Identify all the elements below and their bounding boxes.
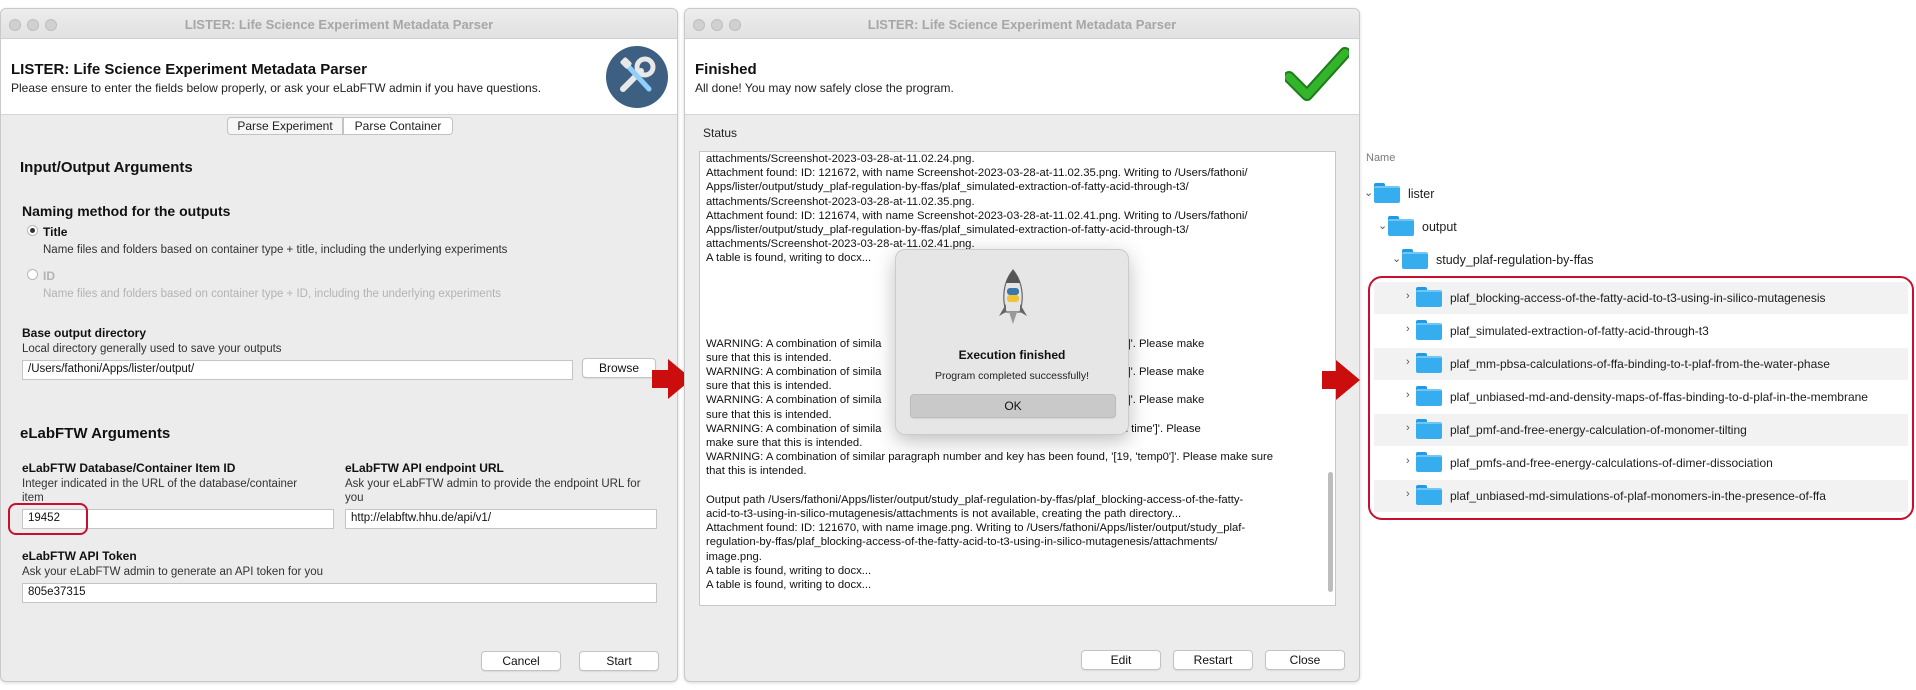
log-line: regulation-by-ffas/plaf_blocking-access-… — [706, 536, 1218, 549]
execution-finished-dialog: Execution finished Program completed suc… — [895, 249, 1129, 435]
token-label: eLabFTW API Token — [22, 549, 137, 563]
dialog-title: Execution finished — [958, 348, 1066, 362]
header-banner: LISTER: Life Science Experiment Metadata… — [1, 39, 677, 115]
cancel-button[interactable]: Cancel — [481, 651, 561, 671]
window-title: LISTER: Life Science Experiment Metadata… — [184, 17, 494, 32]
python-rocket-icon — [999, 269, 1027, 324]
base-dir-label: Base output directory — [22, 326, 147, 340]
token-input[interactable]: 805e37315 — [22, 583, 657, 603]
api-url-label: eLabFTW API endpoint URL — [345, 461, 504, 475]
log-line: attachments/Screenshot-2023-03-28-at-11.… — [706, 195, 975, 208]
header-title: Finished — [695, 61, 757, 78]
log-line: Apps/lister/output/study_plaf-regulation… — [706, 224, 1189, 237]
log-line: acid-to-t3-using-in-silico-mutagenesis/a… — [706, 507, 1182, 520]
finder-column-header[interactable]: Name — [1366, 152, 1395, 164]
naming-method-title: Naming method for the outputs — [22, 203, 231, 219]
log-line: attachments/Screenshot-2023-03-28-at-11.… — [706, 153, 975, 165]
restart-button[interactable]: Restart — [1173, 650, 1253, 670]
log-line: A table is found, writing to docx... — [706, 564, 872, 577]
log-line: make sure that this is intended. — [706, 436, 863, 449]
option-id-label: ID — [43, 269, 55, 283]
log-scrollbar[interactable] — [1328, 472, 1333, 592]
title-bar: LISTER: Life Science Experiment Metadata… — [685, 9, 1359, 39]
browse-button[interactable]: Browse — [582, 358, 656, 378]
header-subtitle: All done! You may now safely close the p… — [695, 81, 954, 95]
start-button[interactable]: Start — [579, 651, 659, 671]
item-id-desc: Integer indicated in the URL of the data… — [22, 478, 298, 503]
log-line: Apps/lister/output/study_plaf-regulation… — [706, 181, 1189, 194]
radio-id[interactable] — [27, 269, 38, 280]
header-subtitle: Please ensure to enter the fields below … — [11, 81, 542, 95]
log-line: Output path /Users/fathoni/Apps/lister/o… — [706, 493, 1244, 506]
chevron-down-icon[interactable]: ⌄ — [1392, 252, 1401, 265]
option-id-desc: Name files and folders based on containe… — [43, 288, 502, 300]
window-title: LISTER: Life Science Experiment Metadata… — [867, 17, 1177, 32]
elab-section-title: eLabFTW Arguments — [20, 425, 171, 442]
folder-icon — [1374, 183, 1400, 203]
lister-input-window: LISTER: Life Science Experiment Metadata… — [0, 8, 678, 682]
title-bar: LISTER: Life Science Experiment Metadata… — [1, 9, 677, 39]
dialog-ok-button[interactable]: OK — [910, 394, 1116, 418]
option-title-desc: Name files and folders based on containe… — [43, 244, 508, 256]
folder-icon — [1402, 249, 1428, 269]
tab-parse-experiment[interactable]: Parse Experiment — [227, 117, 343, 135]
dialog-message: Program completed successfully! — [934, 370, 1090, 382]
item-id-label: eLabFTW Database/Container Item ID — [22, 461, 236, 475]
log-line: image.png. — [706, 550, 762, 563]
api-url-input[interactable]: http://elabftw.hhu.de/api/v1/ — [345, 509, 657, 529]
children-highlight — [1368, 276, 1914, 520]
log-line: A table is found, writing to docx... — [706, 579, 872, 591]
checkmark-icon — [1285, 47, 1349, 101]
log-line: WARNING: A combination of similar paragr… — [706, 451, 1274, 464]
close-button[interactable]: Close — [1265, 650, 1345, 670]
tools-icon — [606, 46, 668, 108]
finder-row-study[interactable]: ⌄ study_plaf-regulation-by-ffas — [1362, 244, 1914, 276]
log-line: Attachment found: ID: 121674, with name … — [706, 209, 1248, 222]
tab-parse-container[interactable]: Parse Container — [343, 117, 453, 135]
folder-name: output — [1422, 220, 1457, 234]
edit-button[interactable]: Edit — [1081, 650, 1161, 670]
header-title: LISTER: Life Science Experiment Metadata… — [11, 61, 367, 78]
chevron-down-icon[interactable]: ⌄ — [1364, 186, 1373, 199]
folder-name: study_plaf-regulation-by-ffas — [1436, 253, 1594, 267]
finder-row-output[interactable]: ⌄ output — [1362, 211, 1914, 243]
base-dir-input[interactable]: /Users/fathoni/Apps/lister/output/ — [22, 360, 573, 380]
log-line: Attachment found: ID: 121670, with name … — [706, 522, 1246, 535]
header-banner: Finished All done! You may now safely cl… — [685, 39, 1359, 115]
log-line: that this is intended. — [706, 465, 807, 478]
arrow-right-icon — [1336, 360, 1360, 400]
api-url-desc: Ask your eLabFTW admin to provide the en… — [345, 478, 641, 504]
base-dir-desc: Local directory generally used to save y… — [22, 343, 282, 355]
folder-icon — [1388, 216, 1414, 236]
folder-name: lister — [1408, 187, 1435, 201]
finder-row-lister[interactable]: ⌄ lister — [1362, 178, 1914, 210]
chevron-down-icon[interactable]: ⌄ — [1378, 219, 1387, 232]
item-id-highlight — [8, 503, 88, 535]
lister-status-window: LISTER: Life Science Experiment Metadata… — [684, 8, 1360, 682]
io-section-title: Input/Output Arguments — [20, 159, 193, 176]
option-title-label: Title — [43, 225, 68, 239]
token-desc: Ask your eLabFTW admin to generate an AP… — [22, 566, 324, 578]
radio-title[interactable] — [27, 225, 38, 236]
log-line: Attachment found: ID: 121672, with name … — [706, 167, 1248, 180]
status-label: Status — [703, 126, 738, 140]
